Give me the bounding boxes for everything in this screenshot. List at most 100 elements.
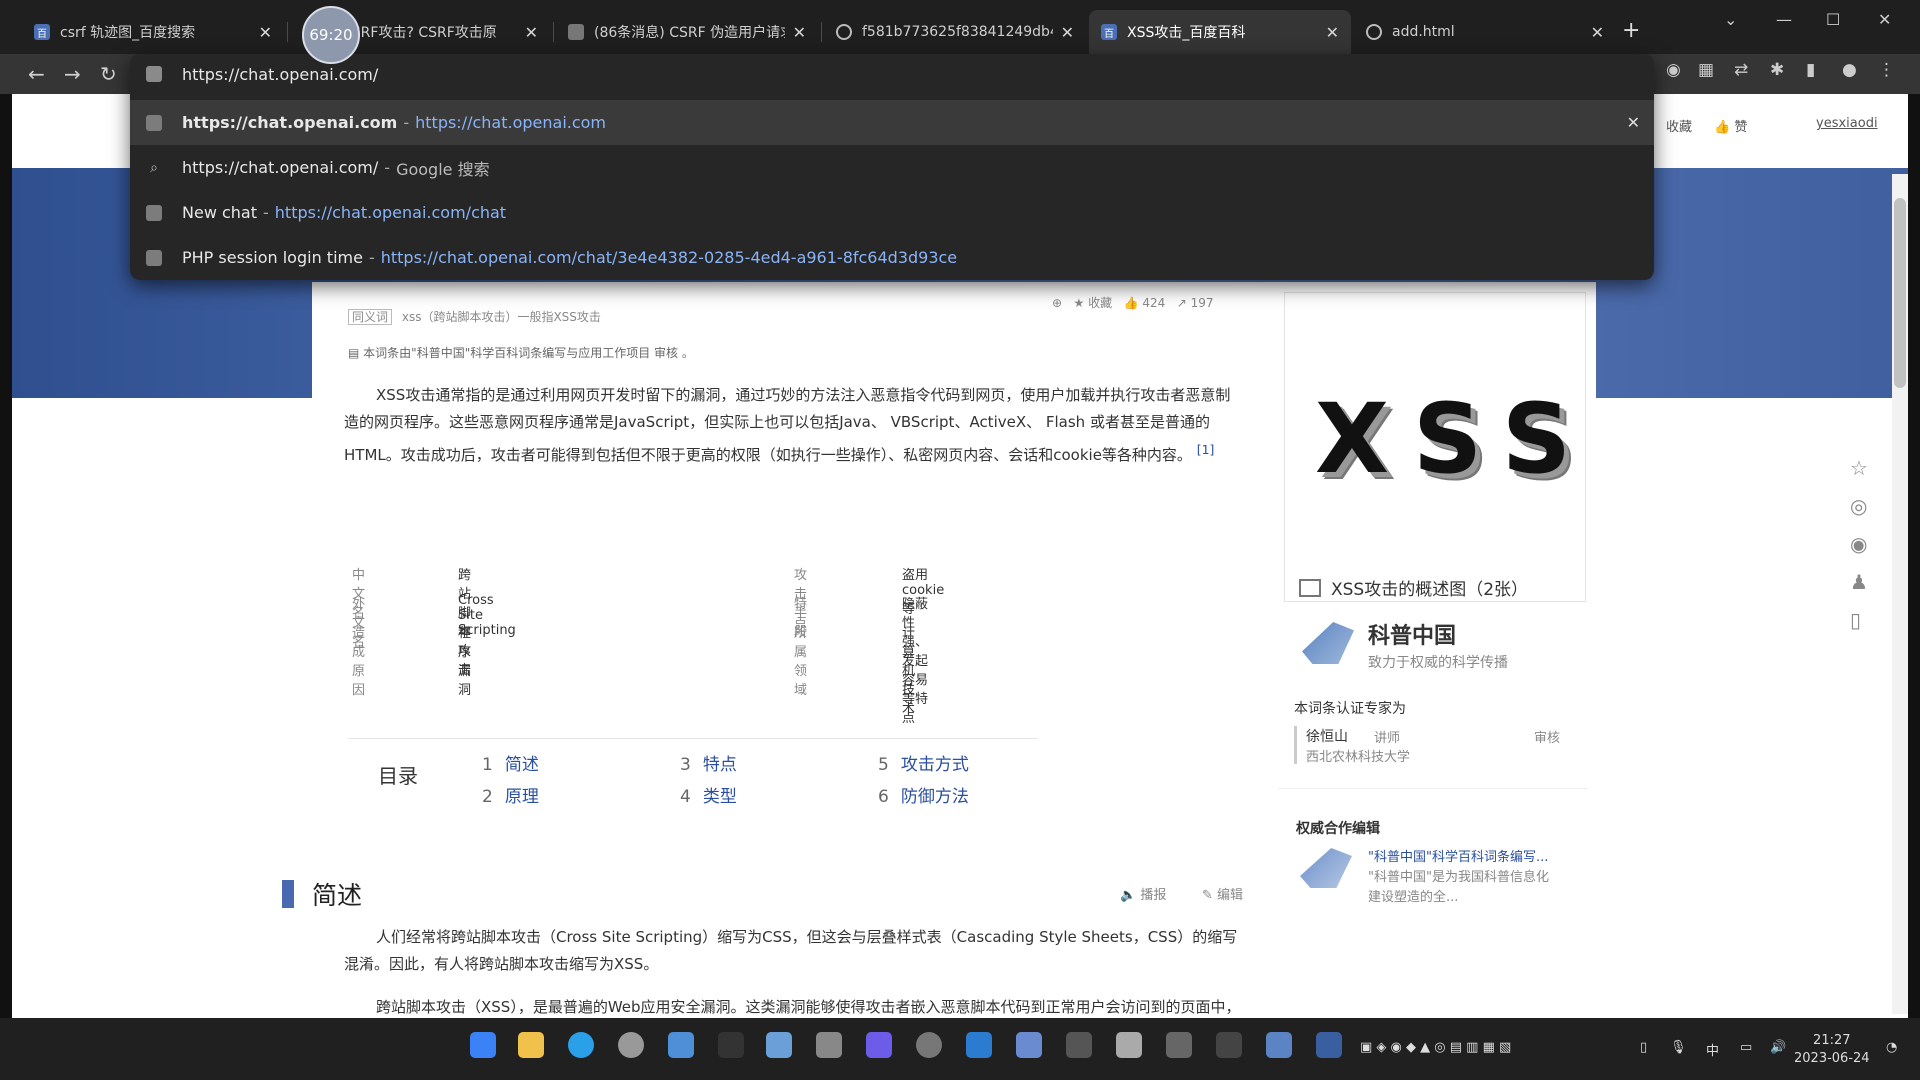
maximize-button[interactable]: ☐ (1826, 10, 1840, 29)
window-close-button[interactable]: ✕ (1878, 10, 1891, 29)
qq-icon[interactable]: ♟ (1850, 570, 1868, 594)
toc-label: 简述 (504, 755, 539, 775)
tab-title: (86条消息) CSRF 伪造用户请求 (594, 25, 785, 41)
app-icon[interactable] (766, 1032, 792, 1058)
close-icon[interactable]: ✕ (1591, 23, 1604, 42)
edge-icon[interactable] (568, 1032, 594, 1058)
puzzle-icon[interactable]: ✱ (1770, 60, 1784, 80)
omnibox-suggestion[interactable]: https://chat.openai.com - https://chat.o… (130, 100, 1654, 145)
app-icon[interactable] (916, 1032, 942, 1058)
image-caption[interactable]: XSS攻击的概述图（2张） (1299, 575, 1528, 600)
new-tab-button[interactable]: + (1622, 18, 1640, 43)
sidepanel-icon[interactable]: ▮ (1806, 60, 1815, 80)
app-icon[interactable] (816, 1032, 842, 1058)
extension-icon[interactable]: ◉ (1666, 60, 1681, 80)
scrollbar-thumb[interactable] (1894, 198, 1906, 388)
tab-csrf-search[interactable]: 百 csrf 轨迹图_百度搜索 ✕ (22, 10, 284, 54)
toc-item[interactable]: 2 原理 (482, 782, 539, 807)
chrome-icon[interactable] (618, 1032, 644, 1058)
mic-icon[interactable]: 🎙 (1670, 1040, 1687, 1055)
alias-line: 同义词 xss（跨站脚本攻击）一般指XSS攻击 (348, 308, 601, 325)
user-link[interactable]: yesxiaodi (1816, 116, 1878, 131)
close-icon[interactable]: ✕ (525, 23, 538, 42)
thumb-icon[interactable]: 👍 (1124, 296, 1139, 310)
app-icon[interactable] (1266, 1032, 1292, 1058)
tab-search-button[interactable]: ⌄ (1724, 10, 1737, 29)
play-button[interactable]: 🔈 播报 (1120, 884, 1166, 903)
close-icon[interactable]: ✕ (1061, 23, 1074, 42)
tab-add-html[interactable]: add.html ✕ (1354, 10, 1616, 54)
back-icon[interactable]: ← (28, 62, 45, 86)
edit-button[interactable]: ✎ 编辑 (1202, 884, 1243, 903)
usb-icon[interactable]: ▯ (1640, 1040, 1647, 1055)
app-icon[interactable] (1016, 1032, 1042, 1058)
forward-icon[interactable]: → (64, 62, 81, 86)
toc-item[interactable]: 1 简述 (482, 750, 539, 775)
app-icon[interactable] (1166, 1032, 1192, 1058)
toc-item[interactable]: 6 防御方法 (878, 782, 969, 807)
close-icon[interactable]: ✕ (259, 23, 272, 42)
toc-item[interactable]: 5 攻击方式 (878, 750, 969, 775)
app-icon[interactable] (1316, 1032, 1342, 1058)
omnibox-suggestion[interactable]: ⌕ https://chat.openai.com/ - Google 搜索 (130, 145, 1654, 190)
mobile-icon[interactable]: ▯ (1850, 608, 1861, 632)
caption-text: XSS攻击的概述图（2张） (1331, 580, 1529, 600)
site-icon (146, 66, 162, 82)
omnibox-suggestion[interactable]: New chat - https://chat.openai.com/chat (130, 190, 1654, 235)
star-icon[interactable]: ★ (1074, 296, 1085, 310)
profile-icon[interactable]: ● (1842, 60, 1857, 80)
tab-xss-baike[interactable]: 百 XSS攻击_百度百科 ✕ (1089, 10, 1351, 54)
wechat-icon[interactable]: ◉ (1850, 532, 1867, 556)
omnibox-suggestion[interactable]: PHP session login time - https://chat.op… (130, 235, 1654, 280)
notification-icon[interactable]: ◔ (1886, 1040, 1897, 1055)
like-link[interactable]: 👍 赞 (1714, 116, 1747, 135)
add-icon[interactable]: ⊕ (1052, 296, 1062, 310)
fav-link[interactable]: 收藏 (1666, 116, 1692, 135)
toc-label: 特点 (702, 755, 737, 775)
toc-number: 2 (482, 787, 493, 807)
fav-action[interactable]: 收藏 (1088, 296, 1112, 310)
ime-indicator[interactable]: 中 (1706, 1040, 1719, 1059)
summary-image-card[interactable]: XSS XSS攻击的概述图（2张） (1284, 292, 1586, 602)
alias-text[interactable]: xss（跨站脚本攻击）一般指XSS攻击 (402, 310, 601, 324)
sublime-icon[interactable] (1066, 1032, 1092, 1058)
start-icon[interactable] (470, 1032, 496, 1058)
share-icon[interactable]: ↗ (1177, 296, 1187, 310)
app-icon[interactable] (1116, 1032, 1142, 1058)
close-icon[interactable]: ✕ (793, 23, 806, 42)
remove-suggestion-icon[interactable]: ✕ (1627, 113, 1640, 132)
toc-number: 3 (680, 755, 691, 775)
edit-label: 编辑 (1217, 888, 1244, 903)
translate-icon[interactable]: ⇄ (1734, 60, 1748, 80)
tab-title: csrf 轨迹图_百度搜索 (60, 25, 196, 41)
clock[interactable]: 21:27 2023-06-24 (1794, 1032, 1870, 1068)
minimize-button[interactable]: — (1776, 10, 1792, 29)
network-icon[interactable]: ▭ (1740, 1040, 1752, 1055)
address-bar[interactable]: https://chat.openai.com/ (130, 54, 1654, 94)
file-explorer-icon[interactable] (518, 1032, 544, 1058)
reload-icon[interactable]: ↻ (100, 62, 117, 86)
tray-icons[interactable]: ▣ ◈ ◉ ◆ ▲ ◎ ▤ ▥ ▦ ▧ (1360, 1040, 1511, 1055)
brand-name[interactable]: 科普中国 (1368, 618, 1456, 650)
address-input[interactable]: https://chat.openai.com/ (182, 65, 378, 84)
vscode-icon[interactable] (966, 1032, 992, 1058)
store-icon[interactable] (668, 1032, 694, 1058)
phpstudy-icon[interactable] (1216, 1032, 1242, 1058)
qr-icon[interactable]: ▦ (1698, 60, 1714, 80)
tab-csdn[interactable]: (86条消息) CSRF 伪造用户请求 ✕ (556, 10, 818, 54)
tab-hash[interactable]: f581b773625f83841249db43 ✕ (824, 10, 1086, 54)
summary-ref[interactable]: [1] (1197, 442, 1215, 457)
toc-item[interactable]: 3 特点 (680, 750, 737, 775)
app-icon[interactable] (718, 1032, 744, 1058)
search-icon: ⌕ (150, 159, 158, 176)
partner-line[interactable]: "科普中国"科学百科词条编写... (1368, 846, 1548, 865)
menu-icon[interactable]: ⋮ (1878, 60, 1895, 80)
close-icon[interactable]: ✕ (1326, 23, 1339, 42)
phpstorm-icon[interactable] (866, 1032, 892, 1058)
star-icon[interactable]: ☆ (1850, 456, 1868, 480)
info-value: 程序漏洞 (458, 626, 472, 698)
toc-item[interactable]: 4 类型 (680, 782, 737, 807)
volume-icon[interactable]: 🔊 (1770, 1040, 1786, 1055)
weibo-icon[interactable]: ◎ (1850, 494, 1867, 518)
expert-name[interactable]: 徐恒山 (1306, 726, 1348, 746)
